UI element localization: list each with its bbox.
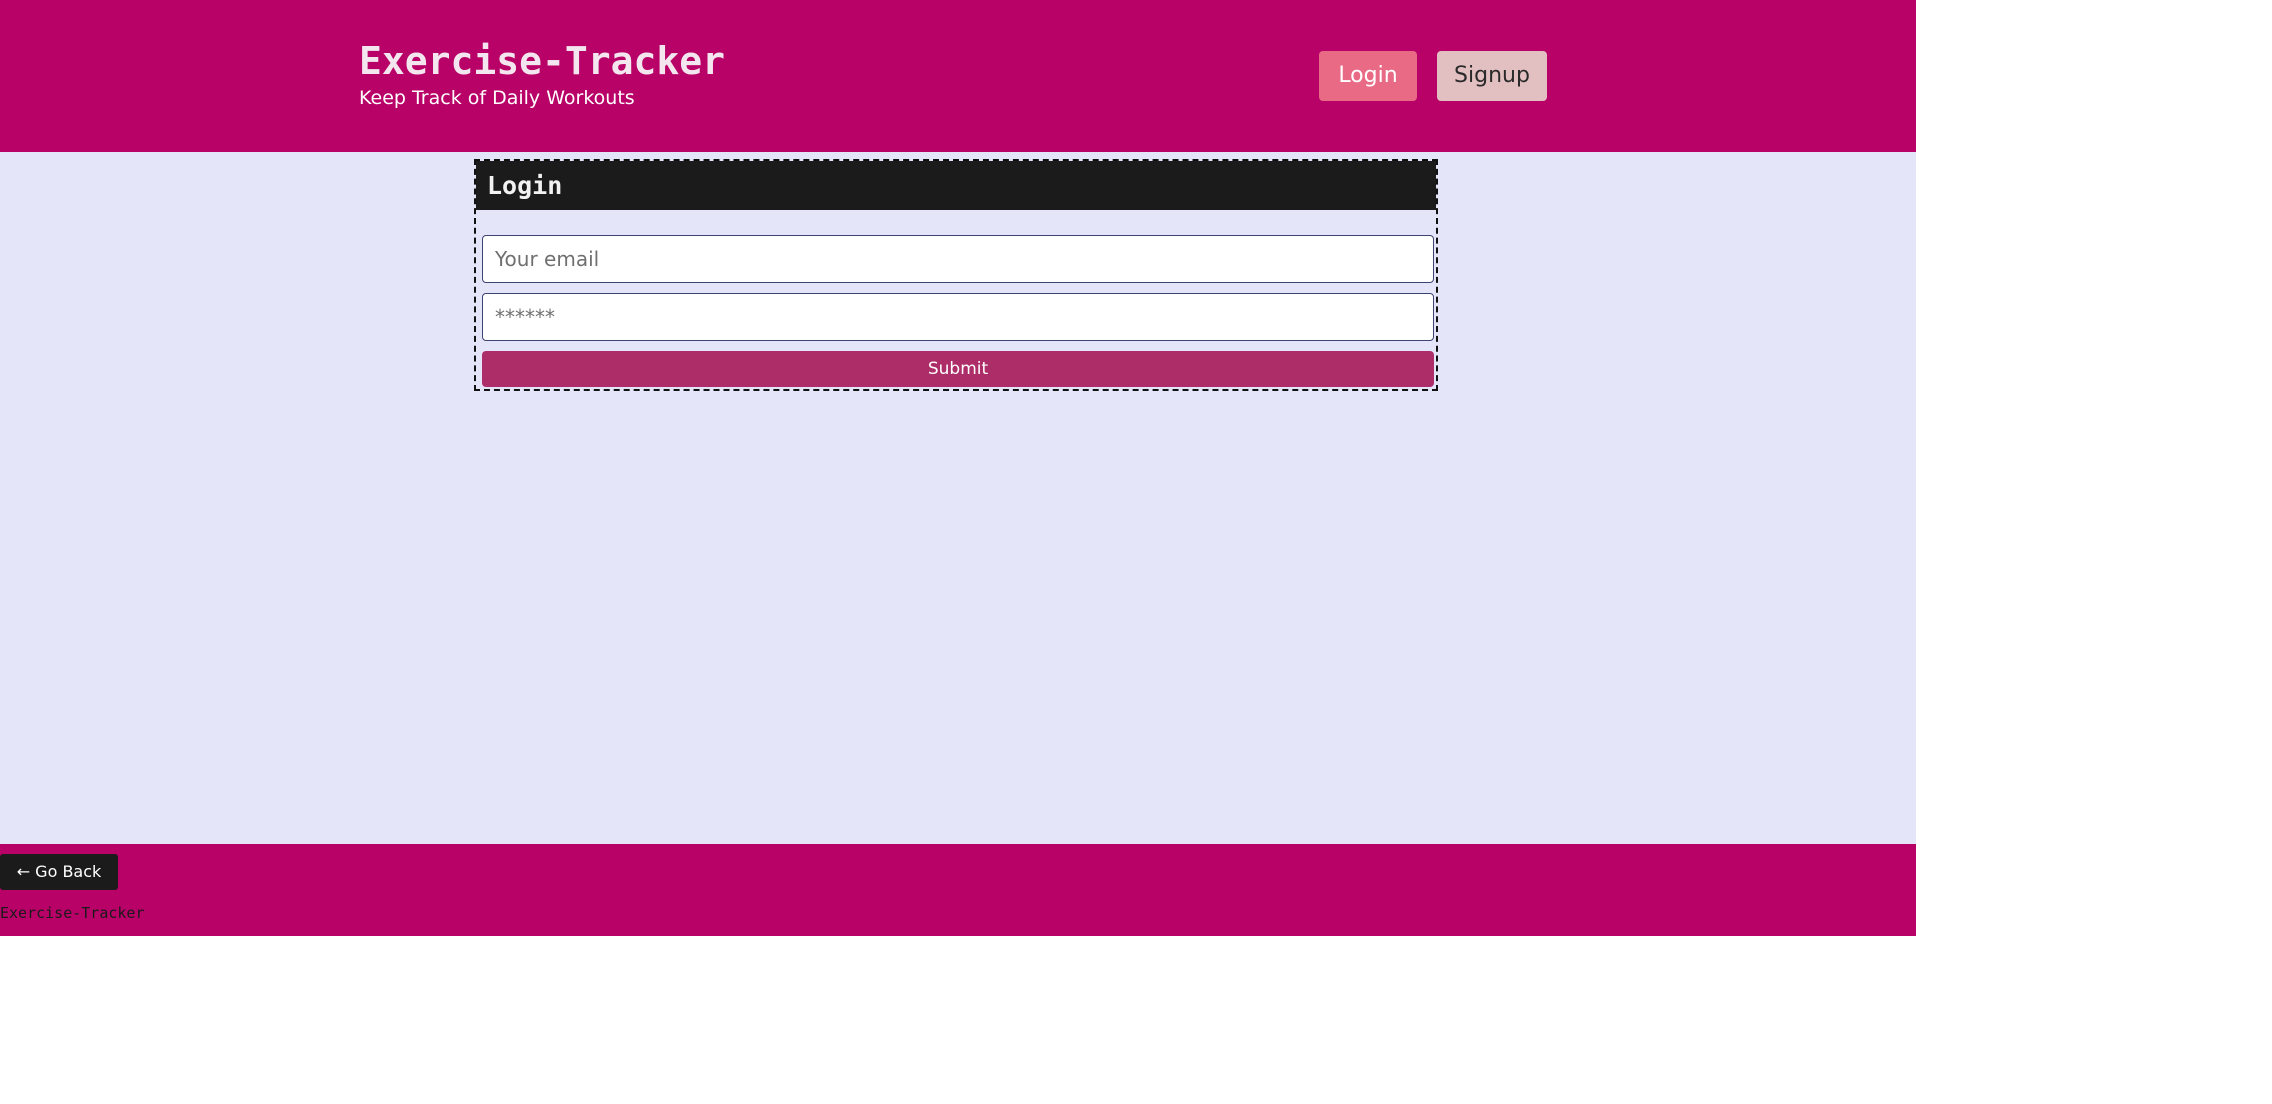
brand-title: Exercise-Tracker (359, 39, 726, 83)
submit-button[interactable]: Submit (482, 351, 1434, 387)
header-signup-button[interactable]: Signup (1437, 51, 1547, 101)
go-back-button[interactable]: ← Go Back (0, 854, 118, 890)
email-input[interactable] (482, 235, 1434, 283)
site-header: Exercise-Tracker Keep Track of Daily Wor… (0, 0, 1916, 152)
login-form-title: Login (487, 171, 563, 200)
footer-brand: Exercise-Tracker (0, 904, 145, 922)
main-content: Login Submit (0, 152, 1916, 844)
header-login-button[interactable]: Login (1319, 51, 1417, 101)
site-footer: ← Go Back Exercise-Tracker (0, 844, 1916, 936)
brand-tagline: Keep Track of Daily Workouts (359, 87, 635, 109)
app-root: Exercise-Tracker Keep Track of Daily Wor… (0, 0, 1916, 936)
login-form: Login Submit (474, 159, 1438, 391)
password-input[interactable] (482, 293, 1434, 341)
login-form-header: Login (476, 161, 1436, 210)
